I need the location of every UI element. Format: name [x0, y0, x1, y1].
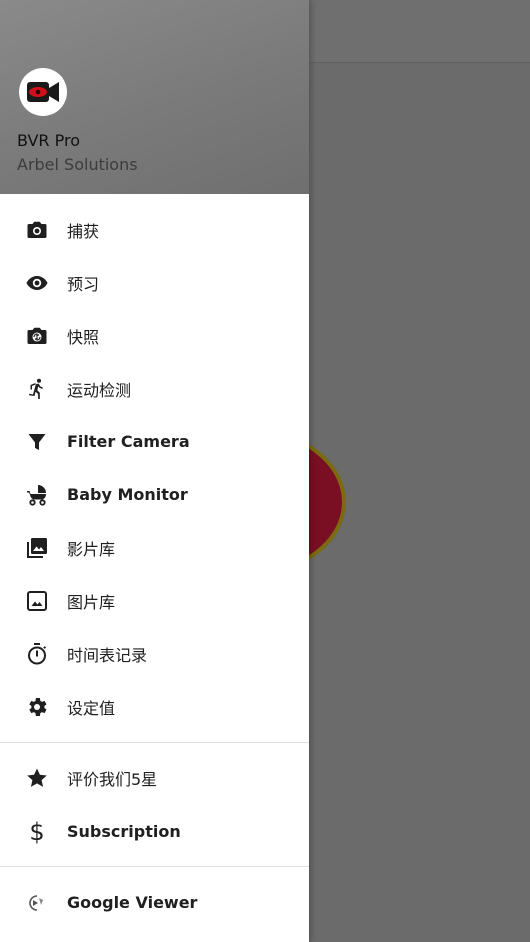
google-viewer-icon — [24, 890, 50, 916]
menu-item-motion-detection[interactable]: 运动检测 — [0, 362, 309, 415]
filter-funnel-icon — [24, 429, 50, 455]
eye-icon — [24, 270, 50, 296]
dollar-icon: $ — [29, 817, 45, 846]
menu-item-label: 评价我们5星 — [67, 769, 158, 789]
menu-item-subscription[interactable]: $ Subscription — [0, 805, 309, 858]
company-name: Arbel Solutions — [17, 155, 138, 174]
menu-item-snapshot[interactable]: 快照 — [0, 309, 309, 362]
menu-item-capture[interactable]: 捕获 — [0, 203, 309, 256]
video-library-icon — [24, 535, 50, 561]
menu-item-label: Google Viewer — [67, 893, 198, 912]
app-name: BVR Pro — [17, 131, 81, 150]
settings-gear-icon — [24, 694, 50, 720]
menu-item-baby-monitor[interactable]: Baby Monitor — [0, 468, 309, 521]
menu-item-google-viewer[interactable]: Google Viewer — [0, 876, 309, 929]
navigation-drawer: BVR Pro Arbel Solutions 捕获 预习 快照 运动检测 Fi… — [0, 0, 309, 942]
star-icon — [24, 765, 50, 791]
snapshot-camera-icon — [24, 323, 50, 349]
image-icon — [24, 588, 50, 614]
menu-item-filter-camera[interactable]: Filter Camera — [0, 415, 309, 468]
menu-item-preview[interactable]: 预习 — [0, 256, 309, 309]
menu-item-rate-us[interactable]: 评价我们5星 — [0, 751, 309, 804]
menu-item-label: Baby Monitor — [67, 485, 188, 504]
camera-icon — [24, 217, 50, 243]
menu-item-label: 快照 — [67, 327, 100, 347]
menu-divider — [0, 742, 309, 743]
menu-item-label: 时间表记录 — [67, 645, 148, 665]
menu-item-label: 设定值 — [67, 698, 116, 718]
menu-item-label: 捕获 — [67, 221, 100, 241]
video-camera-logo-icon — [27, 82, 59, 102]
timer-icon — [24, 641, 50, 667]
running-person-icon — [24, 376, 50, 402]
menu-divider — [0, 866, 309, 867]
menu-item-label: 运动检测 — [67, 380, 132, 400]
drawer-header: BVR Pro Arbel Solutions — [0, 0, 309, 194]
menu-item-label: 影片库 — [67, 539, 116, 559]
stroller-icon — [24, 482, 50, 508]
menu-item-label: Subscription — [67, 822, 181, 841]
menu-item-video-library[interactable]: 影片库 — [0, 521, 309, 574]
menu-item-image-library[interactable]: 图片库 — [0, 574, 309, 627]
menu-item-settings[interactable]: 设定值 — [0, 680, 309, 733]
menu-item-timer-recording[interactable]: 时间表记录 — [0, 627, 309, 680]
menu-item-label: 图片库 — [67, 592, 116, 612]
menu-item-label: Filter Camera — [67, 432, 190, 451]
menu-item-label: 预习 — [67, 274, 100, 294]
app-logo — [19, 68, 67, 116]
